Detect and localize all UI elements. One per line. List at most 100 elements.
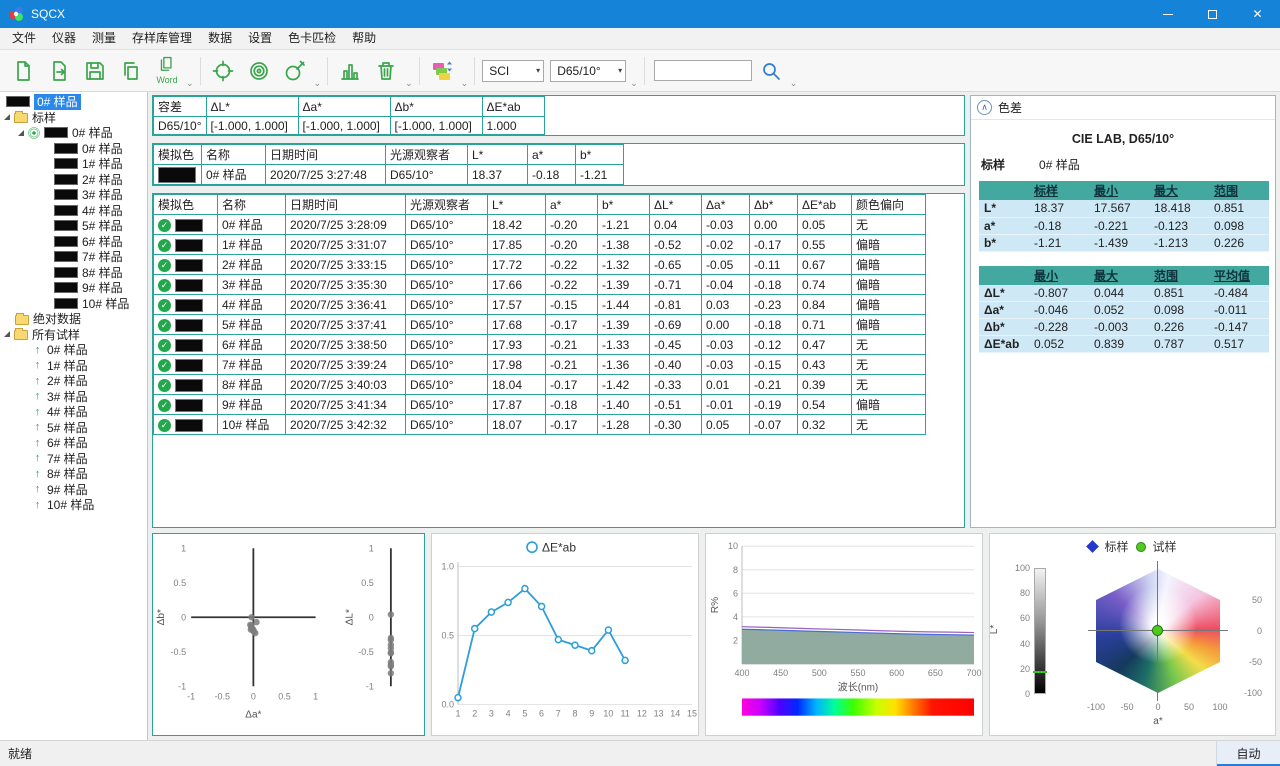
delete-button[interactable] (369, 52, 403, 90)
sample-row[interactable]: ✓10# 样品2020/7/25 3:42:32D65/10°18.07-0.1… (154, 415, 926, 435)
tree-item-trial[interactable]: ↑3# 样品 (0, 389, 147, 405)
black-calibration-button[interactable] (278, 52, 312, 90)
cell-datetime: 2020/7/25 3:42:32 (286, 415, 406, 435)
row-label: L* (979, 200, 1029, 217)
tree-item-standard-sample[interactable]: 4# 样品 (0, 203, 147, 219)
tree-item-standard-sample[interactable]: 7# 样品 (0, 249, 147, 265)
collapse-panel-button[interactable]: ∧ (977, 100, 992, 115)
cell-a: -0.22 (546, 255, 598, 275)
copy-button[interactable] (114, 52, 148, 90)
scatter-chart-panel[interactable]: 10.50-0.5-1-1-0.500.51Δb*Δa*10.50-0.5-1Δ… (152, 533, 425, 736)
app-window: SQCX ✕ 文件仪器测量存样库管理数据设置色卡匹检帮助 Word⌄⌄⌄⌄SCI… (0, 0, 1280, 766)
menu-item[interactable]: 帮助 (344, 28, 384, 49)
menu-item[interactable]: 设置 (240, 28, 280, 49)
report-chart-button[interactable] (333, 52, 367, 90)
toolbar-overflow-icon[interactable]: ⌄ (461, 79, 469, 88)
sample-row[interactable]: ✓3# 样品2020/7/25 3:35:30D65/10°17.66-0.22… (154, 275, 926, 295)
tree-item-standard-sample[interactable]: 6# 样品 (0, 234, 147, 250)
sample-row[interactable]: ✓9# 样品2020/7/25 3:41:34D65/10°17.87-0.18… (154, 395, 926, 415)
expander-icon[interactable] (4, 331, 10, 337)
tree-item-standard-sample[interactable]: 10# 样品 (0, 296, 147, 312)
color-match-button[interactable] (425, 52, 459, 90)
menu-item[interactable]: 色卡匹检 (280, 28, 344, 49)
tree-item-standard-sample[interactable]: 5# 样品 (0, 218, 147, 234)
toolbar-overflow-icon[interactable]: ⌄ (630, 79, 638, 88)
search-input[interactable] (654, 60, 752, 81)
save-button[interactable] (78, 52, 112, 90)
trial-circle-icon (1136, 542, 1146, 552)
tree-item-standard-sample[interactable]: 8# 样品 (0, 265, 147, 281)
toolbar-overflow-icon[interactable]: ⌄ (314, 79, 322, 88)
menu-item[interactable]: 测量 (84, 28, 124, 49)
expander-icon[interactable] (18, 130, 24, 136)
tree-item-standard-sample[interactable]: 2# 样品 (0, 172, 147, 188)
standard-row[interactable]: 0# 样品 2020/7/25 3:27:48 D65/10° 18.37 -0… (154, 165, 624, 185)
menu-item[interactable]: 仪器 (44, 28, 84, 49)
maximize-button[interactable] (1190, 0, 1235, 28)
tree-item-trial[interactable]: ↑4# 样品 (0, 404, 147, 420)
tree-item-standard-sample[interactable]: 1# 样品 (0, 156, 147, 172)
tree-item-trial[interactable]: ↑8# 样品 (0, 466, 147, 482)
export-button[interactable] (42, 52, 76, 90)
sample-row[interactable]: ✓5# 样品2020/7/25 3:37:41D65/10°17.68-0.17… (154, 315, 926, 335)
l-tick: 80 (1008, 588, 1030, 598)
tree-item-trial[interactable]: ↑7# 样品 (0, 451, 147, 467)
tree-item-standard-node[interactable]: 0# 样品 (0, 125, 147, 141)
tree-item-trial[interactable]: ↑6# 样品 (0, 435, 147, 451)
svg-text:1: 1 (313, 691, 318, 701)
tree-item-trial[interactable]: ↑1# 样品 (0, 358, 147, 374)
sample-row[interactable]: ✓1# 样品2020/7/25 3:31:07D65/10°17.85-0.20… (154, 235, 926, 255)
auto-mode-button[interactable]: 自动 (1216, 741, 1280, 766)
tree-item-trial[interactable]: ↑10# 样品 (0, 497, 147, 513)
tree-item-trial[interactable]: ↑5# 样品 (0, 420, 147, 436)
lab-colorwheel-panel[interactable]: 标样试样L*100806040200500-50-100-100-5005010… (989, 533, 1276, 736)
tree-folder-absolute[interactable]: 绝对数据 (0, 311, 147, 327)
expander-icon[interactable] (4, 114, 10, 120)
sample-row[interactable]: ✓7# 样品2020/7/25 3:39:24D65/10°17.98-0.21… (154, 355, 926, 375)
sample-row[interactable]: ✓6# 样品2020/7/25 3:38:50D65/10°17.93-0.21… (154, 335, 926, 355)
tree-item-trial[interactable]: ↑2# 样品 (0, 373, 147, 389)
deltae-point (488, 609, 494, 615)
color-swatch (54, 174, 78, 185)
cell-datetime: 2020/7/25 3:40:03 (286, 375, 406, 395)
toolbar-overflow-icon[interactable]: ⌄ (186, 79, 194, 88)
tree-item-standard-sample[interactable]: 3# 样品 (0, 187, 147, 203)
deltae-line-chart-panel[interactable]: ΔE*ab0.00.51.0123456789101112131415 (431, 533, 699, 736)
menu-item[interactable]: 文件 (4, 28, 44, 49)
tree-folder-trials[interactable]: 所有试样 (0, 327, 147, 343)
color-swatch (175, 319, 203, 332)
sci-mode-dropdown[interactable]: SCI▾ (482, 60, 544, 82)
menu-item[interactable]: 数据 (200, 28, 240, 49)
tree-item-selected-standard[interactable]: 0# 样品 (0, 94, 147, 110)
tree-item-standard-sample[interactable]: 9# 样品 (0, 280, 147, 296)
illuminant-observer-dropdown[interactable]: D65/10°▾ (550, 60, 626, 82)
sim-color-cell: ✓ (154, 395, 218, 415)
spectral-chart-panel[interactable]: 246810400450500550600650700R%波长(nm) (705, 533, 983, 736)
tree-item-label: 2# 样品 (82, 172, 123, 188)
sample-row[interactable]: ✓0# 样品2020/7/25 3:28:09D65/10°18.42-0.20… (154, 215, 926, 235)
tree-item-trial[interactable]: ↑0# 样品 (0, 342, 147, 358)
toolbar-overflow-icon[interactable]: ⌄ (790, 79, 798, 88)
new-document-button[interactable] (6, 52, 40, 90)
white-calibration-button[interactable] (242, 52, 276, 90)
tolerance-row[interactable]: D65/10° [-1.000, 1.000] [-1.000, 1.000] … (154, 117, 545, 135)
tree-item-trial[interactable]: ↑9# 样品 (0, 482, 147, 498)
l-axis-label: L* (989, 625, 1000, 634)
cell-a: -0.18 (546, 395, 598, 415)
toolbar: Word⌄⌄⌄⌄SCI▾D65/10°▾⌄⌄ (0, 50, 1280, 92)
sample-row[interactable]: ✓8# 样品2020/7/25 3:40:03D65/10°18.04-0.17… (154, 375, 926, 395)
export-word-button[interactable]: Word (150, 52, 184, 90)
calibrate-target-button[interactable] (206, 52, 240, 90)
minimize-button[interactable] (1145, 0, 1190, 28)
toolbar-overflow-icon[interactable]: ⌄ (405, 79, 413, 88)
tree-item-standard-sample[interactable]: 0# 样品 (0, 141, 147, 157)
sample-row[interactable]: ✓2# 样品2020/7/25 3:33:15D65/10°17.72-0.22… (154, 255, 926, 275)
sample-row[interactable]: ✓4# 样品2020/7/25 3:36:41D65/10°17.57-0.15… (154, 295, 926, 315)
search-button[interactable] (754, 52, 788, 90)
cell-db: -0.21 (750, 375, 798, 395)
cell-db: -0.15 (750, 355, 798, 375)
close-button[interactable]: ✕ (1235, 0, 1280, 28)
menu-item[interactable]: 存样库管理 (124, 28, 200, 49)
check-icon: ✓ (158, 279, 171, 292)
tree-folder-standards[interactable]: 标样 (0, 110, 147, 126)
